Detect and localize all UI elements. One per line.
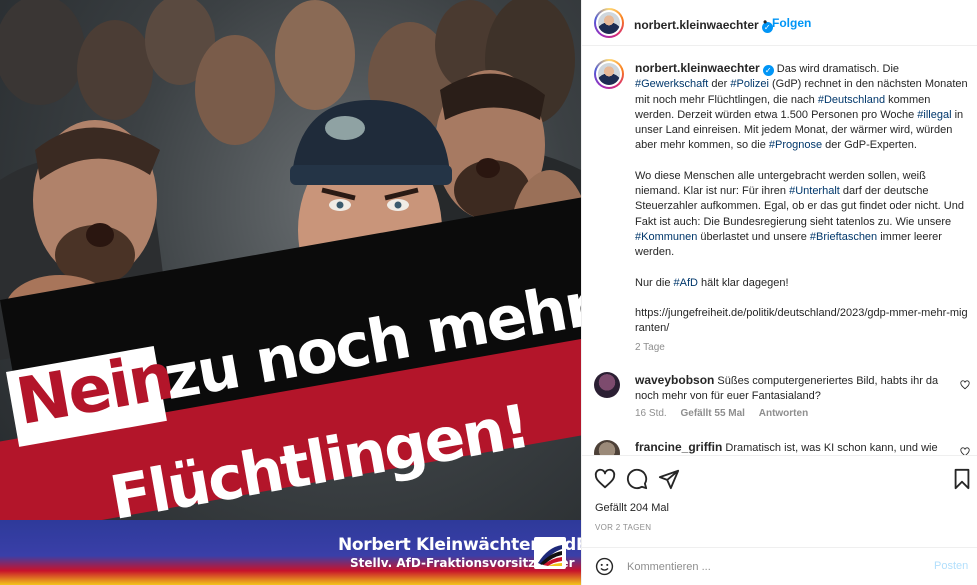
caption-verified-icon: ✓: [762, 65, 774, 76]
post-comment-button[interactable]: Posten: [934, 560, 968, 572]
add-comment-bar: Posten: [582, 547, 977, 585]
caption-text: überlastet und unsere: [697, 230, 810, 243]
header-separator: •: [763, 15, 768, 29]
header-avatar[interactable]: [594, 8, 624, 38]
hashtag-link[interactable]: #AfD: [674, 277, 698, 289]
comment-avatar[interactable]: [594, 372, 620, 398]
caption-username[interactable]: norbert.kleinwaechter: [635, 61, 760, 75]
comment-username[interactable]: waveybobson: [635, 373, 714, 387]
post-caption: norbert.kleinwaechter ✓ Das wird dramatis…: [635, 61, 970, 351]
comment-item: waveybobson Süßes computergeneriertes Bi…: [635, 373, 950, 405]
post-image[interactable]: Nein zu noch mehr Flüchtlingen! Norbert …: [0, 0, 581, 585]
comment-time[interactable]: 16 Std.: [635, 408, 667, 419]
hashtag-link[interactable]: #Prognose: [769, 139, 822, 151]
emoji-smiley-icon[interactable]: [595, 557, 614, 576]
comment-avatar[interactable]: [594, 440, 620, 455]
comment-like-heart-icon[interactable]: [960, 380, 970, 390]
comment-username[interactable]: francine_griffin: [635, 440, 722, 454]
post-header: norbert.kleinwaechter ✓ • Folgen: [582, 0, 977, 46]
caption-text: Nur die: [635, 276, 674, 289]
hashtag-link[interactable]: #Unterhalt: [789, 185, 840, 197]
comment-input[interactable]: [627, 557, 917, 577]
follow-button[interactable]: Folgen: [772, 16, 811, 30]
caption-link: https://jungefreiheit.de/politik/deutsch…: [635, 306, 968, 335]
post-actions: Gefällt 204 Mal VOR 2 TAGEN: [582, 455, 977, 541]
hashtag-link[interactable]: #Deutschland: [818, 94, 885, 106]
caption-avatar[interactable]: [594, 59, 624, 89]
hashtag-link[interactable]: #Gewerkschaft: [635, 78, 708, 90]
hashtag-link[interactable]: #illegal: [917, 109, 951, 121]
caption-text: Das wird dramatisch. Die: [776, 63, 900, 75]
hashtag-link[interactable]: #Polizei: [730, 78, 769, 90]
comment-like-heart-icon[interactable]: [960, 447, 970, 455]
comment-bubble-icon[interactable]: [626, 468, 648, 490]
share-paper-plane-icon[interactable]: [658, 468, 680, 490]
likes-count[interactable]: Gefällt 204 Mal: [595, 502, 669, 514]
comments-section[interactable]: norbert.kleinwaechter ✓ Das wird dramatis…: [582, 47, 977, 455]
afd-logo-icon: [534, 537, 566, 569]
caption-timestamp[interactable]: 2 Tage: [635, 342, 665, 353]
header-user: norbert.kleinwaechter ✓: [634, 16, 773, 34]
hashtag-link[interactable]: #Brieftaschen: [810, 231, 877, 243]
hashtag-link[interactable]: #Kommunen: [635, 231, 697, 243]
post-side-panel: norbert.kleinwaechter ✓ • Folgen norbert.…: [581, 0, 977, 585]
comment-likes[interactable]: Gefällt 55 Mal: [680, 408, 744, 419]
caption-text: der GdP-Experten.: [822, 139, 917, 152]
like-heart-icon[interactable]: [594, 468, 616, 490]
comment-item: francine_griffin Dramatisch ist, was KI …: [635, 440, 950, 455]
bookmark-save-icon[interactable]: [951, 468, 973, 490]
comment-meta: 16 Std. Gefällt 55 Mal Antworten: [635, 408, 819, 419]
caption-text: der: [708, 78, 731, 91]
caption-text: hält klar dagegen!: [698, 276, 789, 289]
post-date[interactable]: VOR 2 TAGEN: [595, 523, 651, 532]
header-username[interactable]: norbert.kleinwaechter: [634, 18, 759, 32]
reply-button[interactable]: Antworten: [759, 408, 808, 419]
